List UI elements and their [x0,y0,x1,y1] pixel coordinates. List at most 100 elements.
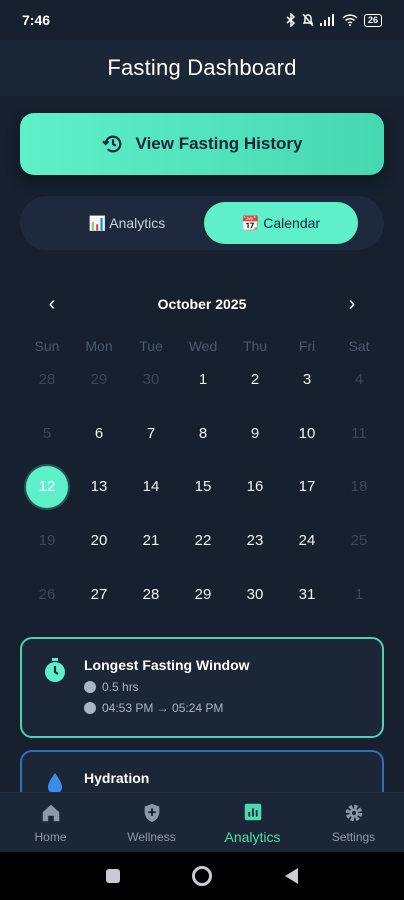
calendar-day[interactable]: 4 [333,353,385,407]
calendar-day[interactable]: 30 [229,567,281,621]
back-button[interactable] [283,867,299,885]
calendar-day[interactable]: 1 [177,353,229,407]
calendar-day[interactable]: 10 [281,407,333,461]
nav-settings-label: Settings [331,829,376,844]
calendar-day-label: 28 [38,371,56,389]
wifi-icon [342,14,358,26]
tab-calendar-label: 📆 Calendar [241,214,321,231]
app-screen: 7:46 26 Fasting Dashboard View Fasting H… [0,0,404,900]
calendar-day[interactable]: 5 [21,407,73,461]
weekday-label: Sat [348,338,370,354]
nav-settings[interactable]: Settings [303,802,404,844]
nav-home[interactable]: Home [0,802,101,844]
calendar-day[interactable]: 24 [281,514,333,568]
calendar-weekdays: Sun Mon Tue Wed Thu Fri Sat [21,338,385,354]
calendar-header: ‹ October 2025 › [40,288,364,320]
calendar-day[interactable]: 13 [73,460,125,514]
bottom-navigation: Home Wellness Analytics Settings [0,792,404,852]
calendar-day-label: 24 [298,532,316,550]
calendar-day[interactable]: 15 [177,460,229,514]
calendar-day[interactable]: 27 [73,567,125,621]
view-toggle: 📊 Analytics 📆 Calendar [20,196,384,250]
calendar-days: 28 29 30 1 2 3 4 5 6 7 8 9 10 11 12 13 14 15 16 17 18 19 20 21 2… [21,353,385,621]
hydration-card-title: Hydration [84,770,150,786]
fasting-range-row: 04:53 PM → 05:24 PM [84,701,382,715]
timer-icon [84,681,96,693]
tab-analytics-label: 📊 Analytics [88,214,166,231]
gear-icon [345,804,362,821]
calendar-day-label: 15 [194,478,212,496]
calendar-day[interactable]: 20 [73,514,125,568]
calendar-day[interactable]: 7 [125,407,177,461]
calendar-day-label: 14 [142,478,160,496]
calendar-day[interactable]: 11 [333,407,385,461]
calendar-day[interactable]: 22 [177,514,229,568]
calendar-day[interactable]: 8 [177,407,229,461]
calendar-day-label: 26 [38,585,56,603]
calendar-month: October 2025 [157,296,247,312]
calendar-day-selected[interactable]: 12 [21,460,73,514]
calendar-day[interactable]: 3 [281,353,333,407]
calendar-day-label: 25 [350,532,368,550]
calendar-day-label: 13 [90,478,108,496]
calendar-day[interactable]: 25 [333,514,385,568]
status-time: 7:46 [22,12,51,28]
prev-month-button[interactable]: ‹ [40,293,64,316]
calendar-day-label: 11 [351,424,367,442]
status-bar: 7:46 26 [0,0,404,40]
calendar-day[interactable]: 16 [229,460,281,514]
recents-button[interactable] [105,868,121,884]
shield-icon [144,803,159,822]
calendar-day-label: 31 [298,585,316,603]
calendar-day-label: 27 [90,585,108,603]
calendar-day[interactable]: 29 [177,567,229,621]
weekday-label: Sun [34,338,60,354]
weekday-label: Wed [188,338,218,354]
home-button[interactable] [191,865,213,887]
calendar-day[interactable]: 9 [229,407,281,461]
longest-fasting-card[interactable]: Longest Fasting Window 0.5 hrs 04:53 PM … [20,637,384,738]
next-month-button[interactable]: › [340,293,364,316]
calendar-day-label: 3 [302,371,312,389]
app-header: Fasting Dashboard [0,40,404,96]
nav-wellness-label: Wellness [127,829,176,844]
calendar-day-label: 17 [298,478,316,496]
calendar-day[interactable]: 19 [21,514,73,568]
view-history-button[interactable]: View Fasting History [20,113,384,175]
status-icons: 26 [286,13,382,27]
mute-icon [302,13,314,27]
tab-calendar[interactable]: 📆 Calendar [204,202,358,244]
calendar-day[interactable]: 2 [229,353,281,407]
system-navigation-bar [0,852,404,900]
calendar-day-label: 10 [298,424,316,442]
fasting-card-title: Longest Fasting Window [84,657,250,673]
nav-analytics[interactable]: Analytics [202,801,303,845]
calendar-day[interactable]: 28 [125,567,177,621]
calendar-day[interactable]: 28 [21,353,73,407]
calendar-day[interactable]: 30 [125,353,177,407]
calendar-day-label: 12 [26,465,68,508]
calendar-day-label: 7 [146,424,156,442]
calendar-day[interactable]: 26 [21,567,73,621]
battery-indicator: 26 [363,13,382,27]
nav-wellness[interactable]: Wellness [101,802,202,844]
tab-analytics[interactable]: 📊 Analytics [50,202,204,244]
clock-icon [84,702,96,714]
fasting-range: 04:53 PM → 05:24 PM [102,701,224,715]
calendar-day-label: 22 [194,532,212,550]
calendar-day-label: 2 [250,371,260,389]
calendar-day[interactable]: 29 [73,353,125,407]
calendar-day[interactable]: 14 [125,460,177,514]
calendar-day[interactable]: 31 [281,567,333,621]
calendar-day[interactable]: 6 [73,407,125,461]
calendar-day-label: 30 [142,371,160,389]
calendar-day-label: 5 [42,424,52,442]
calendar-day[interactable]: 17 [281,460,333,514]
calendar-day-label: 1 [354,585,364,603]
calendar-day[interactable]: 1 [333,567,385,621]
fasting-duration: 0.5 hrs [102,680,139,694]
calendar-day[interactable]: 21 [125,514,177,568]
weekday-label: Thu [242,338,268,354]
calendar-day[interactable]: 23 [229,514,281,568]
calendar-day[interactable]: 18 [333,460,385,514]
